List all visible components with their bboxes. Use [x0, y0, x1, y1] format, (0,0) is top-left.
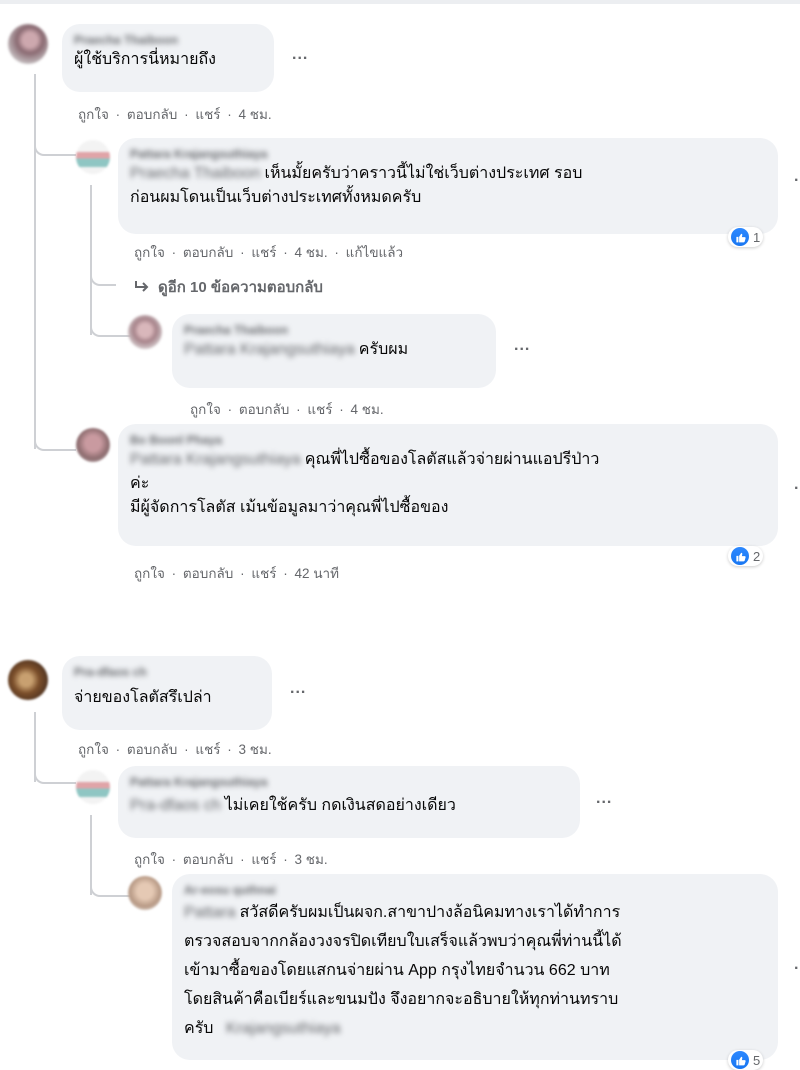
- more-options-button[interactable]: ...: [514, 337, 530, 355]
- comment-bubble: Bo Boonl Phaya Pattara Krajangsuthiaya คุ…: [118, 424, 778, 546]
- avatar[interactable]: [8, 660, 48, 700]
- reply-button[interactable]: ตอบกลับ: [183, 852, 233, 867]
- share-button[interactable]: แชร์: [195, 742, 220, 757]
- mention-tag[interactable]: Praecha Thaiboon: [130, 165, 260, 182]
- comment-bubble: Praecha Thaiboon Pattara Krajangsuthiaya…: [172, 314, 496, 388]
- reply-button[interactable]: ตอบกลับ: [127, 107, 177, 122]
- comment-author[interactable]: Praecha Thaiboon: [184, 322, 484, 338]
- avatar[interactable]: [128, 315, 162, 349]
- thread-connector: [90, 268, 116, 286]
- more-options-button[interactable]: ...: [596, 790, 612, 808]
- comment-author[interactable]: Pra-dfaos ch: [74, 664, 260, 680]
- thread-connector: [90, 868, 132, 897]
- comment-author[interactable]: Bo Boonl Phaya: [130, 432, 766, 448]
- reply-button[interactable]: ตอบกลับ: [127, 742, 177, 757]
- like-button[interactable]: ถูกใจ: [190, 402, 221, 417]
- comment-text: Pattara สวัสดีครับผมเป็นผจก.สาขาปางล้อนิค…: [184, 904, 622, 1037]
- comment-actions: ถูกใจ · ตอบกลับ · แชร์ · 3 ชม.: [134, 852, 328, 867]
- comment-actions: ถูกใจ · ตอบกลับ · แชร์ · 4 ชม.: [190, 402, 384, 417]
- comment-actions: ถูกใจ · ตอบกลับ · แชร์ · 42 นาที: [134, 566, 340, 581]
- comment-time[interactable]: 4 ชม.: [239, 107, 272, 122]
- share-button[interactable]: แชร์: [251, 245, 276, 260]
- reply-button[interactable]: ตอบกลับ: [183, 245, 233, 260]
- comment-author[interactable]: Praecha Thaiboon: [74, 32, 262, 48]
- more-options-button[interactable]: ·: [794, 480, 799, 498]
- comment-actions: ถูกใจ · ตอบกลับ · แชร์ · 3 ชม.: [78, 742, 272, 757]
- like-reaction-icon: [731, 1051, 749, 1069]
- comment-time[interactable]: 4 ชม.: [295, 245, 328, 260]
- more-options-button[interactable]: ...: [292, 46, 308, 64]
- reaction-count[interactable]: 1: [728, 227, 764, 247]
- comment-text: Pattara Krajangsuthiaya ครับผม: [184, 341, 409, 358]
- comment-time[interactable]: 3 ชม.: [239, 742, 272, 757]
- comment-bubble: Pra-dfaos ch จ่ายของโลตัสรึเปล่า: [62, 656, 272, 730]
- avatar[interactable]: [76, 770, 110, 804]
- comment-time[interactable]: 3 ชม.: [295, 852, 328, 867]
- view-more-replies-button[interactable]: ดูอีก 10 ข้อความตอบกลับ: [134, 275, 323, 299]
- comment-author[interactable]: Pattara Krajangsuthiaya: [130, 146, 766, 162]
- comment-text: Pra-dfaos ch ไม่เคยใช้ครับ กดเงินสดอย่างเ…: [130, 797, 456, 814]
- like-reaction-icon: [731, 547, 749, 565]
- more-options-button[interactable]: ·: [794, 172, 799, 190]
- share-button[interactable]: แชร์: [307, 402, 332, 417]
- comment-text: จ่ายของโลตัสรึเปล่า: [74, 689, 212, 706]
- comment-time[interactable]: 4 ชม.: [351, 402, 384, 417]
- comment-bubble: Pattara Krajangsuthiaya Pra-dfaos ch ไม่เ…: [118, 766, 580, 838]
- top-divider: [0, 0, 800, 4]
- comment-time[interactable]: 42 นาที: [295, 566, 339, 581]
- share-button[interactable]: แชร์: [251, 852, 276, 867]
- more-options-button[interactable]: ·: [794, 960, 799, 978]
- like-button[interactable]: ถูกใจ: [134, 245, 165, 260]
- like-button[interactable]: ถูกใจ: [134, 852, 165, 867]
- like-button[interactable]: ถูกใจ: [78, 742, 109, 757]
- avatar[interactable]: [76, 140, 110, 174]
- share-button[interactable]: แชร์: [195, 107, 220, 122]
- comment-author[interactable]: Pattara Krajangsuthiaya: [130, 774, 568, 790]
- reply-button[interactable]: ตอบกลับ: [239, 402, 289, 417]
- reaction-count[interactable]: 2: [728, 546, 764, 566]
- like-button[interactable]: ถูกใจ: [78, 107, 109, 122]
- comment-actions: ถูกใจ · ตอบกลับ · แชร์ · 4 ชม. · แก้ไขแล…: [134, 245, 404, 260]
- comment-text: Praecha Thaiboon เห็นมั้ยครับว่าคราวนี้ไม…: [130, 165, 583, 206]
- reply-button[interactable]: ตอบกลับ: [183, 566, 233, 581]
- reaction-count[interactable]: 5: [728, 1050, 764, 1070]
- like-reaction-icon: [731, 228, 749, 246]
- comment-author[interactable]: Ar-eosu quthnai: [184, 882, 766, 898]
- comment-bubble: Ar-eosu quthnai Pattara สวัสดีครับผมเป็นผ…: [172, 874, 778, 1060]
- thread-connector: [34, 425, 76, 451]
- thread-connector: [34, 140, 76, 156]
- mention-tag[interactable]: Pattara Krajangsuthiaya: [130, 451, 301, 468]
- avatar[interactable]: [8, 24, 48, 64]
- edited-label[interactable]: แก้ไขแล้ว: [346, 245, 403, 260]
- avatar[interactable]: [128, 876, 162, 910]
- thread-line: [34, 74, 36, 449]
- mention-tag[interactable]: Pra-dfaos ch: [130, 797, 221, 814]
- more-options-button[interactable]: ...: [290, 680, 306, 698]
- mention-tag[interactable]: Pattara: [184, 904, 236, 921]
- comment-text: ผู้ใช้บริการนี่หมายถึง: [74, 51, 216, 68]
- comment-bubble: Praecha Thaiboon ผู้ใช้บริการนี่หมายถึง: [62, 24, 274, 92]
- avatar[interactable]: [76, 428, 110, 462]
- mention-tag[interactable]: Krajangsuthiaya: [226, 1020, 341, 1037]
- like-button[interactable]: ถูกใจ: [134, 566, 165, 581]
- reply-arrow-icon: [135, 281, 149, 292]
- mention-tag[interactable]: Pattara Krajangsuthiaya: [184, 341, 355, 358]
- thread-connector: [90, 300, 132, 337]
- comment-bubble: Pattara Krajangsuthiaya Praecha Thaiboon…: [118, 138, 778, 234]
- comment-actions: ถูกใจ · ตอบกลับ · แชร์ · 4 ชม.: [78, 107, 272, 122]
- share-button[interactable]: แชร์: [251, 566, 276, 581]
- thread-connector: [34, 752, 76, 784]
- comment-text: Pattara Krajangsuthiaya คุณพี่ไปซื้อของโล…: [130, 451, 600, 516]
